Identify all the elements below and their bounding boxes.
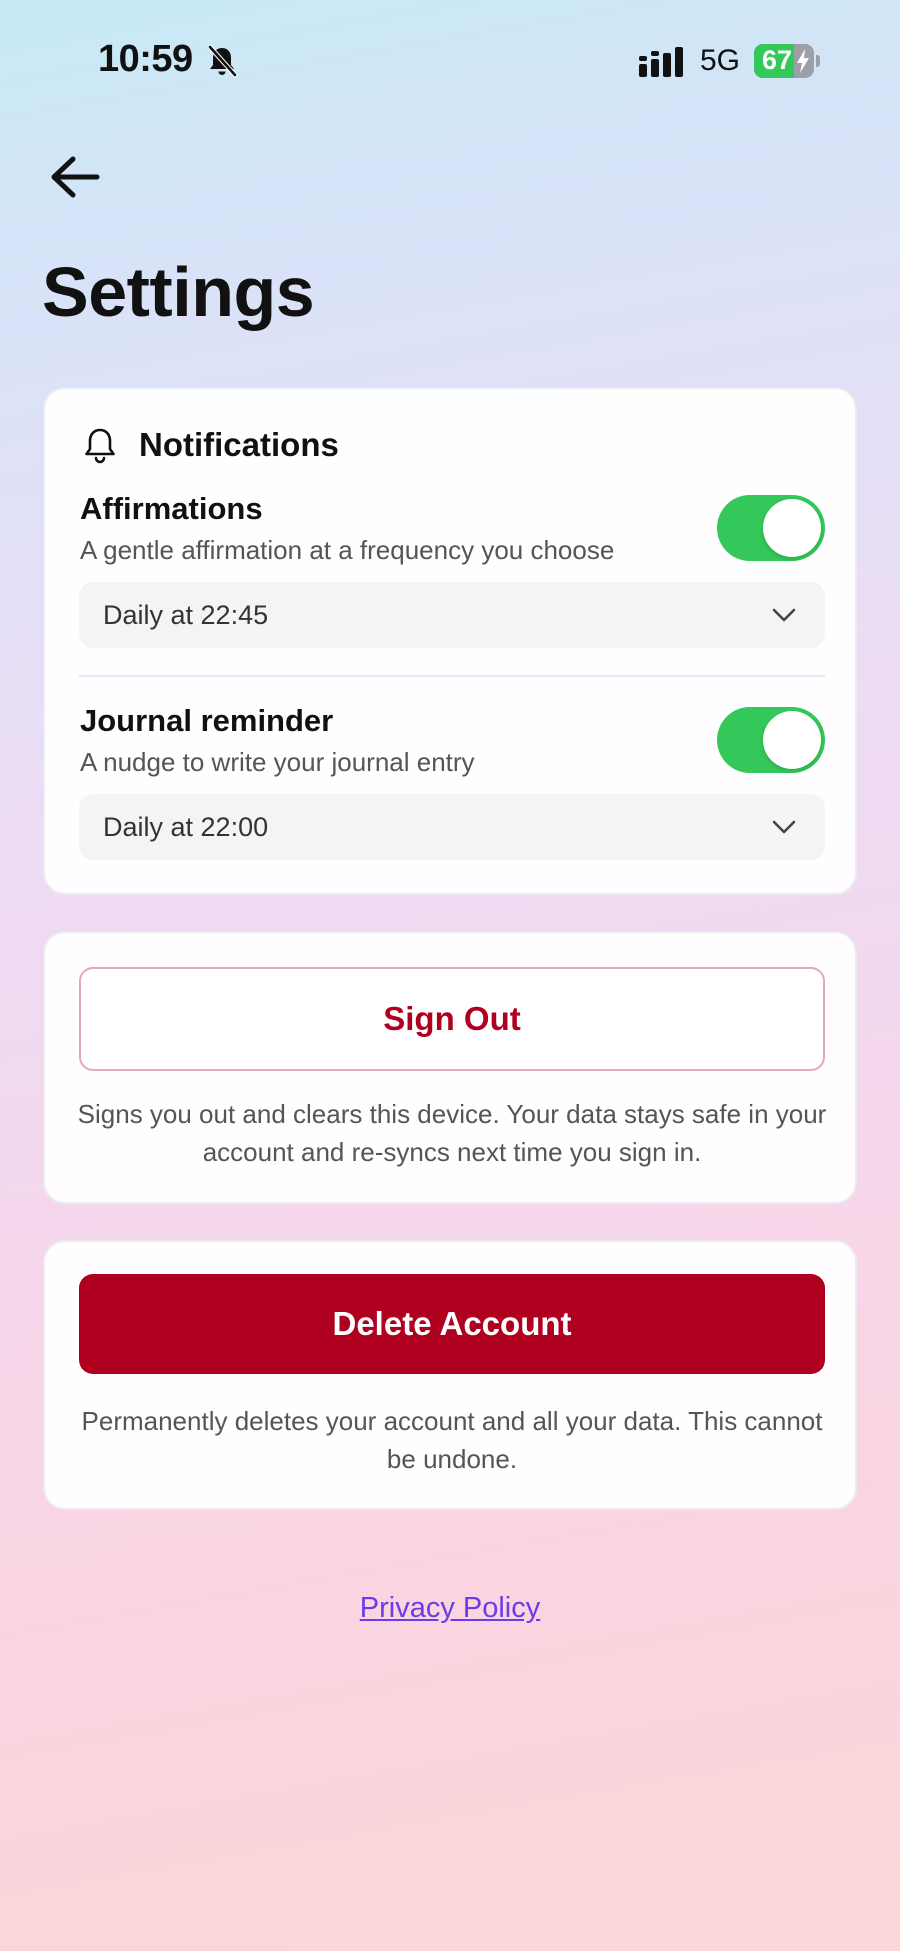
affirmations-title: Affirmations <box>80 491 263 526</box>
sign-out-card: Sign Out Signs you out and clears this d… <box>43 931 857 1204</box>
bolt-icon <box>797 49 809 73</box>
chevron-down-icon <box>772 608 796 622</box>
divider <box>79 675 825 677</box>
affirmations-schedule-value: Daily at 22:45 <box>103 599 269 630</box>
signal-icon <box>639 47 683 77</box>
journal-reminder-schedule-value: Daily at 22:00 <box>103 811 269 842</box>
affirmations-toggle[interactable] <box>717 495 825 561</box>
toggle-knob <box>763 499 821 557</box>
battery-charging-icon: 67 <box>754 44 820 78</box>
affirmations-description: A gentle affirmation at a frequency you … <box>80 535 615 565</box>
bell-off-icon <box>207 44 238 78</box>
chevron-down-icon <box>772 820 796 834</box>
notifications-card: Notifications Affirmations A gentle affi… <box>43 387 857 895</box>
status-time: 10:59 <box>98 38 193 80</box>
journal-reminder-schedule-select[interactable]: Daily at 22:00 <box>79 794 825 860</box>
affirmations-schedule-select[interactable]: Daily at 22:45 <box>79 582 825 648</box>
bell-icon <box>85 428 115 464</box>
back-button[interactable] <box>40 142 110 212</box>
journal-reminder-description: A nudge to write your journal entry <box>80 747 475 777</box>
sign-out-note: Signs you out and clears this device. Yo… <box>77 1099 827 1167</box>
network-type: 5G <box>700 44 741 77</box>
delete-account-button[interactable]: Delete Account <box>79 1274 825 1374</box>
privacy-policy-link[interactable]: Privacy Policy <box>0 1592 900 1625</box>
notifications-title: Notifications <box>139 426 339 463</box>
notifications-header: Notifications <box>81 425 339 465</box>
battery-level: 67 <box>762 45 793 75</box>
delete-account-note: Permanently deletes your account and all… <box>81 1406 823 1474</box>
toggle-knob <box>763 711 821 769</box>
journal-reminder-title: Journal reminder <box>80 703 334 738</box>
journal-reminder-toggle[interactable] <box>717 707 825 773</box>
sign-out-button[interactable]: Sign Out <box>79 967 825 1071</box>
status-bar: 10:59 5G 67 <box>0 0 900 120</box>
delete-account-card: Delete Account Permanently deletes your … <box>43 1240 857 1510</box>
arrow-left-icon <box>51 156 100 198</box>
page-title: Settings <box>42 253 315 331</box>
